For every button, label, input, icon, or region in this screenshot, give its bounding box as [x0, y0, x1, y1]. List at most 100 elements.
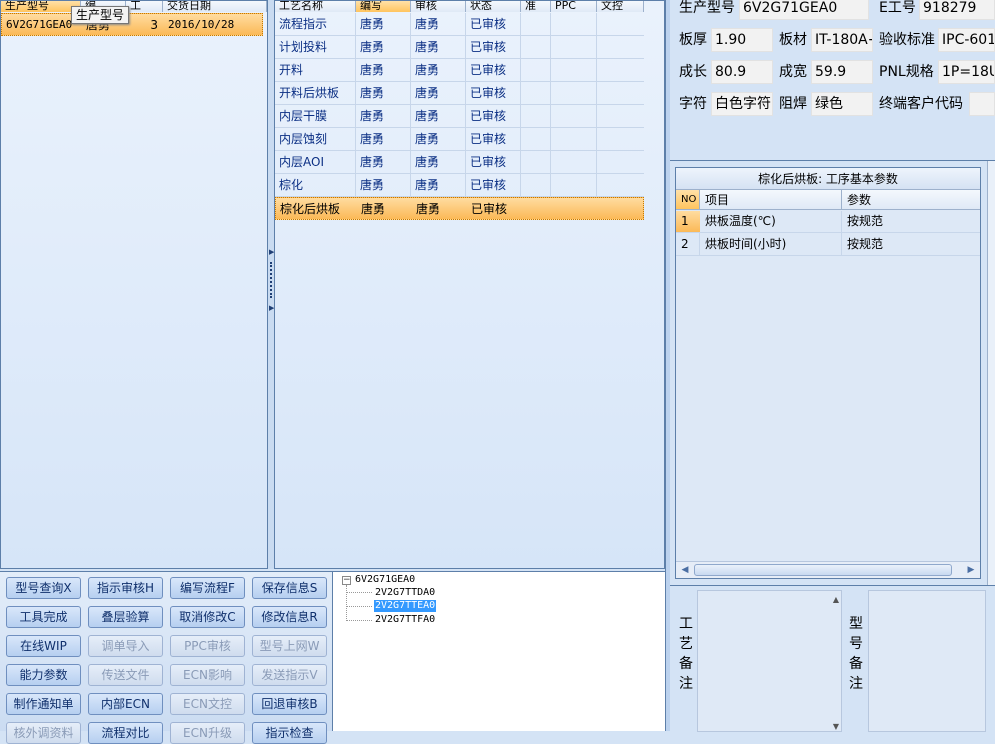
cell-process-name: 内层干膜	[275, 105, 356, 127]
table-row[interactable]: 开料 唐勇 唐勇 已审核	[275, 59, 644, 82]
instruction-review-button[interactable]: 指示审核H	[88, 577, 163, 599]
external-data-button[interactable]: 核外调资料	[6, 722, 81, 744]
model-query-button[interactable]: 型号查询X	[6, 577, 81, 599]
table-row[interactable]: 内层干膜 唐勇 唐勇 已审核	[275, 105, 644, 128]
table-row[interactable]: 内层AOI 唐勇 唐勇 已审核	[275, 151, 644, 174]
cell-ppc	[551, 105, 597, 127]
model-notes-textarea[interactable]	[868, 590, 986, 732]
scroll-thumb[interactable]	[694, 564, 952, 576]
send-file-button[interactable]: 传送文件	[88, 664, 163, 686]
col-header-reviewer[interactable]: 审核	[411, 1, 466, 12]
cell-writer: 唐勇	[356, 128, 411, 150]
field-standard[interactable]: IPC-601	[938, 28, 995, 52]
write-flow-button[interactable]: 编写流程F	[170, 577, 245, 599]
ecn-upgrade-button[interactable]: ECN升级	[170, 722, 245, 744]
table-row[interactable]: 6V2G71GEA0 唐勇 3 2016/10/28	[1, 13, 263, 36]
cell-delivery: 2016/10/28	[168, 18, 235, 31]
field-legend[interactable]: 白色字符	[711, 92, 773, 116]
label-customer-code: 终端客户代码	[879, 96, 963, 112]
col-header-model[interactable]: 生产型号	[1, 1, 81, 12]
col-header-item[interactable]: 项目	[700, 190, 842, 210]
table-row-selected[interactable]: 棕化后烘板 唐勇 唐勇 已审核	[275, 197, 644, 220]
col-header-worker[interactable]: 工	[126, 1, 163, 12]
col-header-process-name[interactable]: 工艺名称	[275, 1, 356, 12]
col-header-ppc[interactable]: PPC	[551, 1, 597, 12]
field-eno[interactable]: 918279	[919, 0, 995, 20]
field-model[interactable]: 6V2G71GEA0	[739, 0, 869, 20]
col-header-param[interactable]: 参数	[842, 190, 980, 210]
collapse-icon[interactable]: −	[342, 576, 351, 585]
model-online-button[interactable]: 型号上网W	[252, 635, 327, 657]
process-notes-textarea[interactable]: ▲ ▼	[697, 590, 842, 732]
col-header-delivery[interactable]: 交货日期	[163, 1, 267, 12]
internal-ecn-button[interactable]: 内部ECN	[88, 693, 163, 715]
table-row[interactable]: 计划投料 唐勇 唐勇 已审核	[275, 36, 644, 59]
tool-complete-button[interactable]: 工具完成	[6, 606, 81, 628]
col-header-no[interactable]: NO	[676, 190, 700, 210]
field-width[interactable]: 59.9	[811, 60, 873, 84]
instruction-check-button[interactable]: 指示检查	[252, 722, 327, 744]
flow-compare-button[interactable]: 流程对比	[88, 722, 163, 744]
cell-process-name: 棕化	[275, 174, 356, 196]
table-row-selected[interactable]: 1 烘板温度(℃) 按规范	[676, 211, 980, 233]
table-row[interactable]: 内层蚀刻 唐勇 唐勇 已审核	[275, 128, 644, 151]
col-header-doc-control[interactable]: 文控	[597, 1, 644, 12]
scroll-left-icon[interactable]: ◀	[678, 563, 692, 577]
table-row[interactable]: 开料后烘板 唐勇 唐勇 已审核	[275, 82, 644, 105]
model-grid: 生产型号 编 工 交货日期 6V2G71GEA0 唐勇 3 2016/10/28…	[0, 0, 268, 569]
label-char: 型	[849, 616, 863, 632]
table-row[interactable]: 流程指示 唐勇 唐勇 已审核	[275, 13, 644, 36]
production-notice-button[interactable]: 制作通知单	[6, 693, 81, 715]
rollback-review-button[interactable]: 回退审核B	[252, 693, 327, 715]
order-import-button[interactable]: 调单导入	[88, 635, 163, 657]
tree-line	[346, 592, 372, 593]
col-header-status[interactable]: 状态	[466, 1, 521, 12]
process-notes-label: 工 艺 备 注	[678, 614, 694, 694]
field-customer-code[interactable]	[969, 92, 995, 116]
field-soldermask[interactable]: 绿色	[811, 92, 873, 116]
cell-process-name: 开料后烘板	[275, 82, 356, 104]
scroll-right-icon[interactable]: ▶	[964, 563, 978, 577]
tree-node[interactable]: 2V2G7TTFA0	[375, 614, 435, 626]
field-pnl[interactable]: 1P=18U	[938, 60, 995, 84]
tree-node-selected[interactable]: 2V2G7TTEA0	[374, 600, 437, 612]
tree-root[interactable]: 6V2G71GEA0	[355, 574, 415, 586]
tree-line	[346, 585, 347, 621]
table-row[interactable]: 棕化 唐勇 唐勇 已审核	[275, 174, 644, 197]
cell-approve	[521, 36, 551, 58]
cell-reviewer: 唐勇	[411, 105, 466, 127]
cell-reviewer: 唐勇	[411, 13, 466, 35]
cell-status: 已审核	[466, 151, 521, 173]
label-model: 生产型号	[679, 0, 735, 16]
ecn-doc-control-button[interactable]: ECN文控	[170, 693, 245, 715]
cell-status: 已审核	[471, 202, 508, 216]
cell-param: 按规范	[847, 214, 884, 228]
cancel-edit-button[interactable]: 取消修改C	[170, 606, 245, 628]
scroll-up-icon[interactable]: ▲	[833, 595, 839, 604]
label-eno: E工号	[879, 0, 916, 16]
scroll-down-icon[interactable]: ▼	[833, 722, 839, 731]
col-header-writer[interactable]: 编写	[356, 1, 411, 12]
cell-process-name: 流程指示	[275, 13, 356, 35]
field-material[interactable]: IT-180A+	[811, 28, 873, 52]
stackup-check-button[interactable]: 叠层验算	[88, 606, 163, 628]
table-row[interactable]: 2 烘板时间(小时) 按规范	[676, 233, 980, 256]
capability-params-button[interactable]: 能力参数	[6, 664, 81, 686]
cell-reviewer: 唐勇	[411, 82, 466, 104]
cell-status: 已审核	[466, 13, 521, 35]
field-length[interactable]: 80.9	[711, 60, 773, 84]
horizontal-scrollbar[interactable]: ◀ ▶	[676, 561, 980, 578]
cell-ppc	[551, 59, 597, 81]
field-thickness[interactable]: 1.90	[711, 28, 773, 52]
col-header-approve[interactable]: 准	[521, 1, 551, 12]
send-instruction-button[interactable]: 发送指示V	[252, 664, 327, 686]
ecn-impact-button[interactable]: ECN影响	[170, 664, 245, 686]
cell-model: 6V2G71GEA0	[6, 18, 73, 31]
cell-ppc	[551, 82, 597, 104]
edit-info-button[interactable]: 修改信息R	[252, 606, 327, 628]
save-info-button[interactable]: 保存信息S	[252, 577, 327, 599]
label-pnl: PNL规格	[879, 64, 934, 80]
online-wip-button[interactable]: 在线WIP	[6, 635, 81, 657]
tree-node[interactable]: 2V2G7TTDA0	[375, 587, 435, 599]
ppc-review-button[interactable]: PPC审核	[170, 635, 245, 657]
